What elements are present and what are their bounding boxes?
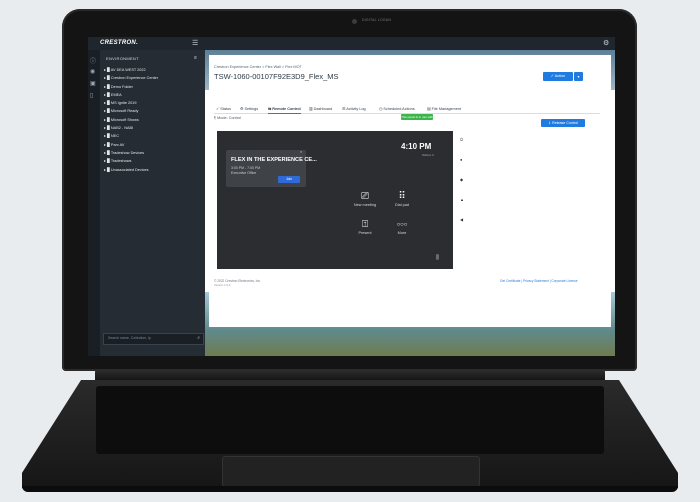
more-tile[interactable]: ○○○ More [382,219,422,235]
tree-item[interactable]: ▸ ▉ AV DEA WEST 2022 [104,66,204,74]
panel-clock: 4:10 PM [401,142,432,151]
more-icon: ○○○ [396,222,408,228]
back-icon[interactable]: ◀ [460,217,463,222]
app-bar [88,37,615,50]
tree-item[interactable]: ▸ ▉ Unassociated Devices [104,166,204,174]
new-meeting-tile[interactable]: ⎚ New meeting [345,191,385,207]
keyboard [96,386,604,454]
breadcrumb[interactable]: Crestron Experience Center > Flex Wall >… [214,65,302,69]
tile-label: Dial pad [395,203,409,207]
camera-label: DIGITAL LOGAN [362,18,392,22]
devices-icon[interactable]: ▣ [90,80,96,87]
dialpad-icon: ⠿ [398,191,406,202]
icon-rail: ⓘ ◉ ▣ ▯ [88,50,100,356]
search-icon[interactable]: ⌕ [197,335,200,341]
document-icon[interactable]: ▯ [90,92,93,99]
tree-item[interactable]: ▸ ▉ EMEA [104,91,204,99]
info-icon[interactable]: ⓘ [90,56,96,65]
tab-dashboard[interactable]: ▥ Dashboard [309,105,332,113]
menu-icon[interactable]: ☰ [192,39,198,47]
tab-file-management[interactable]: ▤ File Management [427,105,461,113]
tree-item[interactable]: ▸ ▉ Crestron Experience Center [104,74,204,82]
tree-item[interactable]: ▸ ▉ MS Ignite 2019 [104,99,204,107]
search-placeholder: Search name, Collection, Ip [108,336,151,340]
tree-item[interactable]: ▸ ▉ NAB2 - NABI [104,124,204,132]
search-input[interactable]: Search name, Collection, Ip ⌕ [103,333,204,345]
tab-bar: ✓ Status ⚙ Settings ⇆ Remote Control ▥ D… [214,105,600,114]
panel-hardkeys: ⏻ ● ◆ ▲ ◀ [453,131,473,269]
meeting-location: Executive Office [231,171,257,175]
crestron-logo: CRESTRON. [100,40,139,46]
tree-item[interactable]: ▸ ▉ Parx AV [104,141,204,149]
volume-up-icon[interactable]: ▲ [460,197,464,202]
page-title: TSW-1060-00107F92E3D9_Flex_MS [214,72,339,81]
mode-label: ¶ Mode: Control [214,116,241,120]
webcam [352,19,357,24]
tab-remote-control[interactable]: ⇆ Remote Control [268,105,301,114]
equalizer-icon[interactable]: ⫼ [436,255,439,262]
sidebar-heading: ENVIRONMENT [106,56,139,61]
tab-activity-log[interactable]: ☰ Activity Log [342,105,366,113]
present-tile[interactable]: ⍐ Present [345,219,385,235]
tree-item[interactable]: ▸ ▉ Tradeshow Devices [104,149,204,157]
tab-settings[interactable]: ⚙ Settings [240,105,258,113]
sidebar: ENVIRONMENT ≡ ▸ ▉ AV DEA WEST 2022 ▸ ▉ C… [100,50,205,356]
sidebar-menu-icon[interactable]: ≡ [194,55,197,61]
settings-icon[interactable]: ⚙ [603,39,609,47]
tree-item[interactable]: ▸ ▉ Microsoft Shows [104,116,204,124]
tree-item[interactable]: ▸ ▉ NEC [104,132,204,140]
meeting-time: 3:00 PM - 7:00 PM [231,166,261,170]
home-icon[interactable]: ● [460,157,462,162]
meeting-card[interactable]: FLEX IN THE EXPERIENCE CE... 3:00 PM - 7… [226,149,317,187]
tab-scheduled-actions[interactable]: ◷ Scheduled Actions [379,105,415,113]
present-icon: ⍐ [362,219,368,230]
tab-status[interactable]: ✓ Status [216,105,231,113]
device-tree: ▸ ▉ AV DEA WEST 2022 ▸ ▉ Crestron Experi… [104,66,204,174]
close-icon[interactable]: × [300,149,302,154]
tree-item[interactable]: ▸ ▉ Microsoft Ready [104,107,204,115]
footer-links[interactable]: Get Certificate | Privacy Statement | Co… [500,279,577,283]
laptop-base-lip [22,486,678,492]
tile-label: New meeting [353,203,377,207]
tile-label: More [397,231,407,235]
meeting-title: FLEX IN THE EXPERIENCE CE... [231,157,317,163]
tree-item[interactable]: ▸ ▉ Tradeshows [104,157,204,165]
power-icon[interactable]: ⏻ [460,137,463,142]
screen: CRESTRON. ☰ ⚙ ⓘ ◉ ▣ ▯ ENVIRONMENT ≡ ▸ ▉ … [88,37,615,356]
light-icon[interactable]: ◆ [460,177,463,182]
action-button[interactable]: ✓ Action [543,72,573,81]
tree-item[interactable]: ▸ ▉ Demo Folder [104,83,204,91]
release-control-button[interactable]: ⇩ Release Control [541,119,585,127]
globe-icon[interactable]: ◉ [90,68,95,75]
status-badge: This panel is in use with a client [401,114,433,125]
dial-pad-tile[interactable]: ⠿ Dial pad [382,191,422,207]
touchpad [222,456,480,487]
version-text: Version 1.0.0 [214,283,231,287]
join-button[interactable]: Join [278,176,300,183]
camera-icon: ⎚ [361,191,369,202]
chevron-down-icon[interactable]: ▾ [574,72,583,81]
tile-label: Present [358,231,372,235]
panel-room-label: Webex 2 [422,153,434,157]
